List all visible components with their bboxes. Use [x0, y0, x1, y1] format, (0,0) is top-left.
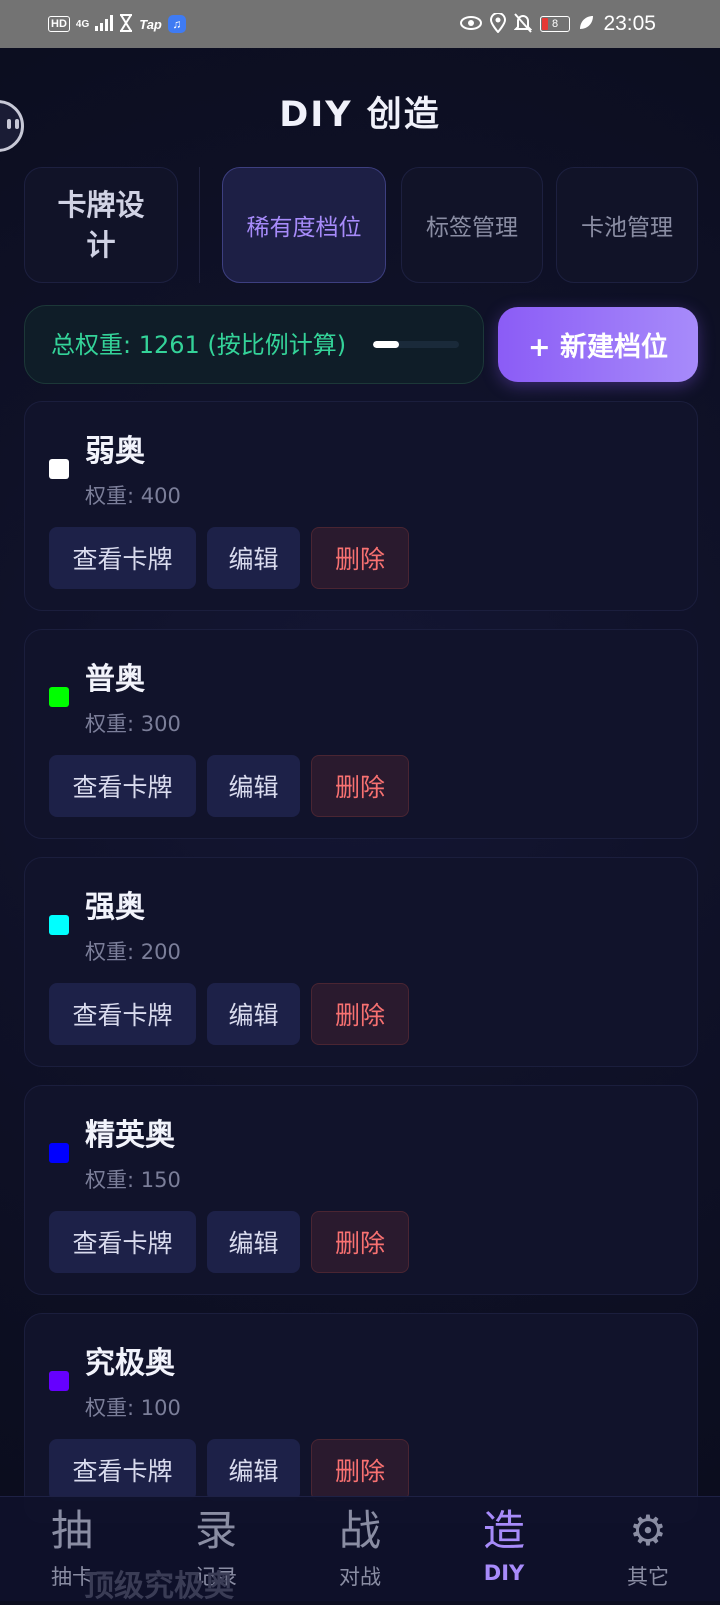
tier-card: 究极奥 权重: 100 查看卡牌 编辑 删除 — [24, 1313, 698, 1523]
delete-button[interactable]: 删除 — [311, 527, 409, 589]
weight-progress-bar — [373, 341, 459, 348]
tier-name: 精英奥 — [85, 1118, 175, 1153]
tab-label-management[interactable]: 标签管理 — [401, 167, 543, 283]
nav-item-diy[interactable]: 造 DIY — [432, 1497, 576, 1601]
signal-icon — [95, 14, 114, 34]
total-weight-text: 总权重: 1261 (按比例计算) — [51, 331, 347, 359]
nav-label: DIY — [483, 1561, 525, 1585]
record-icon: 录 — [194, 1506, 237, 1555]
tier-color-swatch — [49, 915, 69, 935]
tier-color-swatch — [49, 1371, 69, 1391]
tier-weight: 权重: 300 — [85, 712, 181, 736]
tab-card-design[interactable]: 卡牌设计 — [24, 167, 178, 283]
nav-label: 其它 — [627, 1565, 669, 1589]
edit-button[interactable]: 编辑 — [207, 983, 300, 1045]
nav-item-other[interactable]: ⚙ 其它 — [576, 1497, 720, 1601]
nav-item-battle[interactable]: 战 对战 — [288, 1497, 432, 1601]
view-cards-button[interactable]: 查看卡牌 — [49, 1211, 196, 1273]
draw-icon: 抽 — [50, 1506, 93, 1555]
weight-progress-fill — [373, 341, 399, 348]
status-time: 23:05 — [603, 12, 656, 35]
tier-color-swatch — [49, 459, 69, 479]
tier-card: 精英奥 权重: 150 查看卡牌 编辑 删除 — [24, 1085, 698, 1295]
eye-icon — [460, 15, 482, 33]
battle-icon: 战 — [338, 1506, 381, 1555]
tab-rarity-tiers[interactable]: 稀有度档位 — [222, 167, 386, 283]
tab-pool-management[interactable]: 卡池管理 — [556, 167, 698, 283]
delete-button[interactable]: 删除 — [311, 1439, 409, 1501]
view-cards-button[interactable]: 查看卡牌 — [49, 983, 196, 1045]
view-cards-button[interactable]: 查看卡牌 — [49, 755, 196, 817]
view-cards-button[interactable]: 查看卡牌 — [49, 527, 196, 589]
battery-icon: 8 — [540, 16, 570, 32]
tier-color-swatch — [49, 1143, 69, 1163]
tap-icon: Tap — [139, 16, 162, 32]
tier-name-peek: 顶级究极奥 — [84, 1569, 234, 1604]
tier-weight: 权重: 100 — [85, 1396, 181, 1420]
tier-card: 普奥 权重: 300 查看卡牌 编辑 删除 — [24, 629, 698, 839]
hourglass-icon — [119, 13, 133, 35]
tier-card: 弱奥 权重: 400 查看卡牌 编辑 删除 — [24, 401, 698, 611]
status-right: 8 — [460, 0, 594, 48]
music-icon: ♫ — [167, 15, 186, 33]
new-tier-button[interactable]: + 新建档位 — [498, 307, 698, 382]
delete-button[interactable]: 删除 — [311, 983, 409, 1045]
tier-weight: 权重: 150 — [85, 1168, 181, 1192]
tier-weight: 权重: 200 — [85, 940, 181, 964]
leaf-icon — [578, 15, 594, 34]
view-cards-button[interactable]: 查看卡牌 — [49, 1439, 196, 1501]
tier-name: 强奥 — [85, 890, 145, 925]
gear-icon: ⚙ — [629, 1506, 667, 1555]
hd-icon: HD — [48, 16, 70, 32]
tab-divider — [199, 167, 200, 283]
tier-name: 弱奥 — [85, 434, 145, 469]
status-left: HD 4G Tap ♫ — [48, 0, 186, 48]
edit-button[interactable]: 编辑 — [207, 1439, 300, 1501]
delete-button[interactable]: 删除 — [311, 755, 409, 817]
tier-card: 强奥 权重: 200 查看卡牌 编辑 删除 — [24, 857, 698, 1067]
tier-name: 究极奥 — [85, 1346, 175, 1381]
bell-off-icon — [513, 12, 533, 36]
tier-weight: 权重: 400 — [85, 484, 181, 508]
create-icon: 造 — [482, 1506, 525, 1555]
edit-button[interactable]: 编辑 — [207, 527, 300, 589]
tier-name: 普奥 — [85, 662, 145, 697]
edit-button[interactable]: 编辑 — [207, 1211, 300, 1273]
delete-button[interactable]: 删除 — [311, 1211, 409, 1273]
status-bar: HD 4G Tap ♫ 8 23:05 — [0, 0, 720, 48]
network-type: 4G — [75, 18, 90, 30]
nav-label: 对战 — [339, 1565, 381, 1589]
edit-button[interactable]: 编辑 — [207, 755, 300, 817]
location-icon — [489, 11, 507, 36]
total-weight-panel: 总权重: 1261 (按比例计算) — [24, 305, 484, 384]
tier-color-swatch — [49, 687, 69, 707]
page-title: DIY 创造 — [279, 95, 441, 135]
